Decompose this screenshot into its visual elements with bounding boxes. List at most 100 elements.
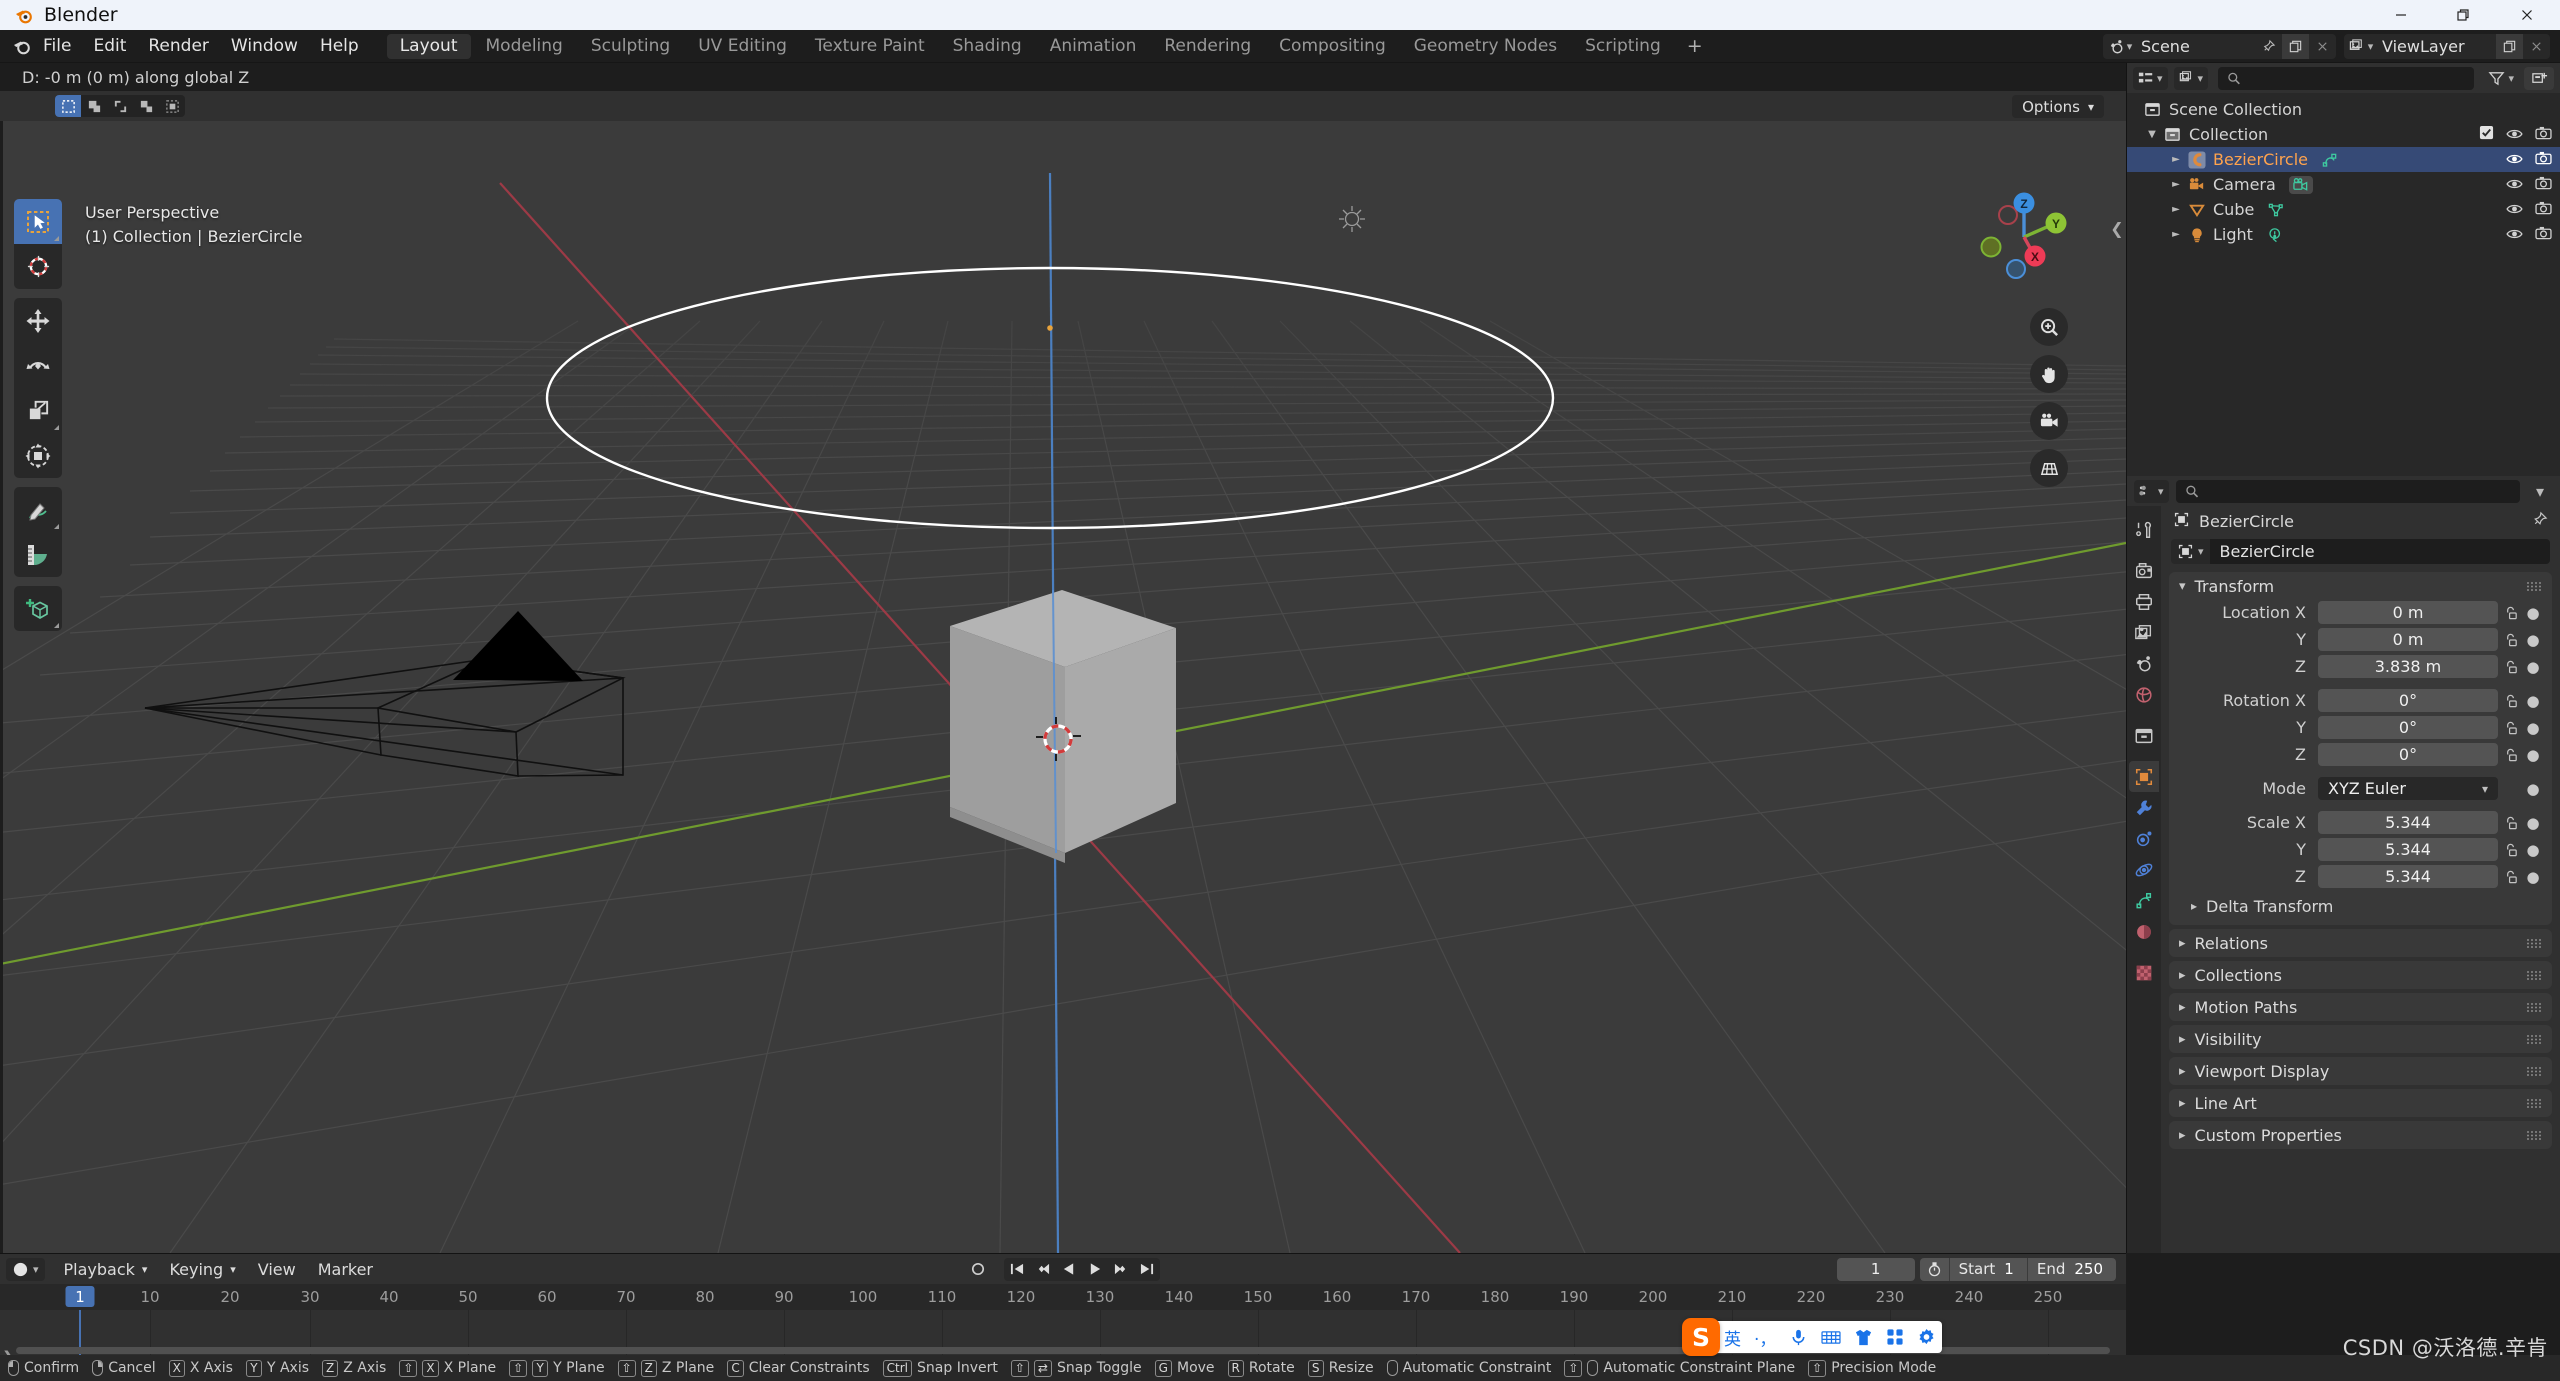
3d-viewport[interactable]: D: -0 m (0 m) along global Z Options ▾ U… [0,63,2126,1253]
menu-edit[interactable]: Edit [82,30,137,63]
outliner-filter-button[interactable]: ▾ [2484,67,2518,90]
workspace-tab-shading[interactable]: Shading [940,34,1035,59]
viewport-toolbar[interactable] [14,199,62,631]
jump-to-end-icon[interactable] [1134,1258,1160,1281]
disable-in-render-icon[interactable] [2535,175,2552,194]
lock-scale-x-icon[interactable] [2498,815,2524,831]
pin-id-icon[interactable] [2531,511,2548,532]
timeline-ruler[interactable]: 1 10 20 30 40 50 60 70 80 90 100 110 120… [0,1284,2126,1310]
outliner-tree[interactable]: Scene Collection ▼ Collection ► BezierCi… [2127,93,2560,247]
pan-hand-icon[interactable] [2030,355,2068,393]
maximize-button[interactable] [2432,0,2494,30]
outliner-row-scene-collection[interactable]: Scene Collection [2127,97,2560,122]
properties-options-chevron-icon[interactable]: ▾ [2527,480,2553,503]
animate-scale-z-icon[interactable]: ● [2524,868,2542,886]
new-collection-button[interactable] [2524,66,2554,90]
collections-panel-header[interactable]: ▸ Collections [2169,961,2552,989]
visibility-panel[interactable]: ▸ Visibility [2169,1025,2552,1053]
location-z-field[interactable]: 3.838 m [2318,655,2498,678]
play-icon[interactable] [1082,1258,1108,1281]
panel-drag-dots-icon[interactable] [2526,577,2542,596]
object-type-icon[interactable]: ▾ [2171,539,2210,564]
hide-in-viewport-icon[interactable] [2506,225,2523,244]
outliner-row-light[interactable]: ► Light [2127,222,2560,247]
timeline-menu-marker[interactable]: Marker [307,1258,384,1281]
tool-rotate[interactable] [14,343,62,388]
tool-move[interactable] [14,298,62,343]
end-frame-value[interactable]: 250 [2074,1260,2116,1278]
properties-tab-collection[interactable] [2129,720,2159,751]
delta-transform-subpanel-header[interactable]: ▸ Delta Transform [2191,895,2552,917]
animate-location-y-icon[interactable]: ● [2524,631,2542,649]
tool-measure[interactable] [14,532,62,577]
outliner-row-toggles[interactable] [2506,150,2552,169]
properties-tab-material[interactable] [2129,916,2159,947]
disable-in-render-icon[interactable] [2535,125,2552,144]
outliner-row-camera[interactable]: ► Camera [2127,172,2560,197]
disclosure-closed-icon[interactable]: ► [2167,229,2185,240]
outliner-row-toggles[interactable] [2506,175,2552,194]
viewlayer-selector[interactable]: ▾ ViewLayer [2344,33,2550,59]
workspace-tab-uv-editing[interactable]: UV Editing [685,34,800,59]
properties-tab-tool[interactable] [2129,514,2159,545]
location-x-field[interactable]: 0 m [2318,601,2498,624]
disable-in-render-icon[interactable] [2535,200,2552,219]
workspace-tab-compositing[interactable]: Compositing [1266,34,1399,59]
line-art-panel[interactable]: ▸ Line Art [2169,1089,2552,1117]
current-frame-field[interactable]: 1 [1836,1257,1915,1281]
start-frame-value[interactable]: 1 [2004,1260,2027,1278]
transform-panel-header[interactable]: ▾ Transform [2169,572,2552,600]
ime-language-label[interactable]: 英 [1724,1325,1741,1350]
playback-controls[interactable] [1004,1257,1160,1281]
animate-rotation-x-icon[interactable]: ● [2524,692,2542,710]
disclosure-open-icon[interactable]: ▼ [2143,129,2161,140]
lock-location-y-icon[interactable] [2498,632,2524,648]
new-scene-icon[interactable] [2282,33,2309,59]
add-workspace-button[interactable]: + [1675,30,1715,63]
lock-rotation-x-icon[interactable] [2498,693,2524,709]
outliner-search-input[interactable] [2218,66,2475,90]
view-axis-gizmo[interactable]: Z Y X [1968,181,2080,293]
lock-location-z-icon[interactable] [2498,659,2524,675]
properties-search-input[interactable] [2175,479,2520,503]
pin-scene-icon[interactable] [2255,34,2282,59]
animate-rotation-z-icon[interactable]: ● [2524,746,2542,764]
workspace-tab-animation[interactable]: Animation [1037,34,1150,59]
properties-tab-object[interactable] [2129,761,2159,792]
properties-tab-scene[interactable] [2129,648,2159,679]
object-id-block[interactable]: ▾ BezierCircle [2171,539,2550,564]
ortho-persp-icon[interactable] [2030,449,2068,487]
apps-icon[interactable] [1886,1328,1904,1346]
ime-punctuation-label[interactable]: ·， [1754,1325,1776,1350]
jump-to-prev-keyframe-icon[interactable] [1030,1258,1056,1281]
frame-range-group[interactable]: Start 1 End 250 [1919,1257,2116,1281]
panel-drag-dots-icon[interactable] [2526,966,2542,985]
properties-tab-column[interactable] [2127,506,2161,1253]
properties-tab-texture[interactable] [2129,957,2159,988]
custom-properties-panel[interactable]: ▸ Custom Properties [2169,1121,2552,1149]
animate-rotation-y-icon[interactable]: ● [2524,719,2542,737]
visibility-panel-header[interactable]: ▸ Visibility [2169,1025,2552,1053]
properties-tab-particles[interactable] [2129,823,2159,854]
workspace-tab-texture-paint[interactable]: Texture Paint [802,34,938,59]
line-art-panel-header[interactable]: ▸ Line Art [2169,1089,2552,1117]
disclosure-closed-icon[interactable]: ► [2167,204,2185,215]
mic-icon[interactable] [1789,1328,1808,1347]
motion-paths-panel[interactable]: ▸ Motion Paths [2169,993,2552,1021]
ime-toolbar[interactable]: S 英 ·， [1682,1318,1943,1356]
outliner-row-toggles[interactable] [2479,125,2552,144]
lock-scale-z-icon[interactable] [2498,869,2524,885]
outliner-row-collection[interactable]: ▼ Collection [2127,122,2560,147]
lock-rotation-z-icon[interactable] [2498,747,2524,763]
disable-in-render-icon[interactable] [2535,225,2552,244]
extend-selection-icon[interactable] [81,95,107,117]
menu-file[interactable]: File [32,30,82,63]
sogou-logo-icon[interactable]: S [1682,1318,1720,1356]
custom-properties-panel-header[interactable]: ▸ Custom Properties [2169,1121,2552,1149]
invert-selection-icon[interactable] [133,95,159,117]
animate-location-z-icon[interactable]: ● [2524,658,2542,676]
lock-scale-y-icon[interactable] [2498,842,2524,858]
lock-location-x-icon[interactable] [2498,605,2524,621]
workspace-tab-sculpting[interactable]: Sculpting [578,34,683,59]
set-new-selection-icon[interactable] [55,95,81,117]
